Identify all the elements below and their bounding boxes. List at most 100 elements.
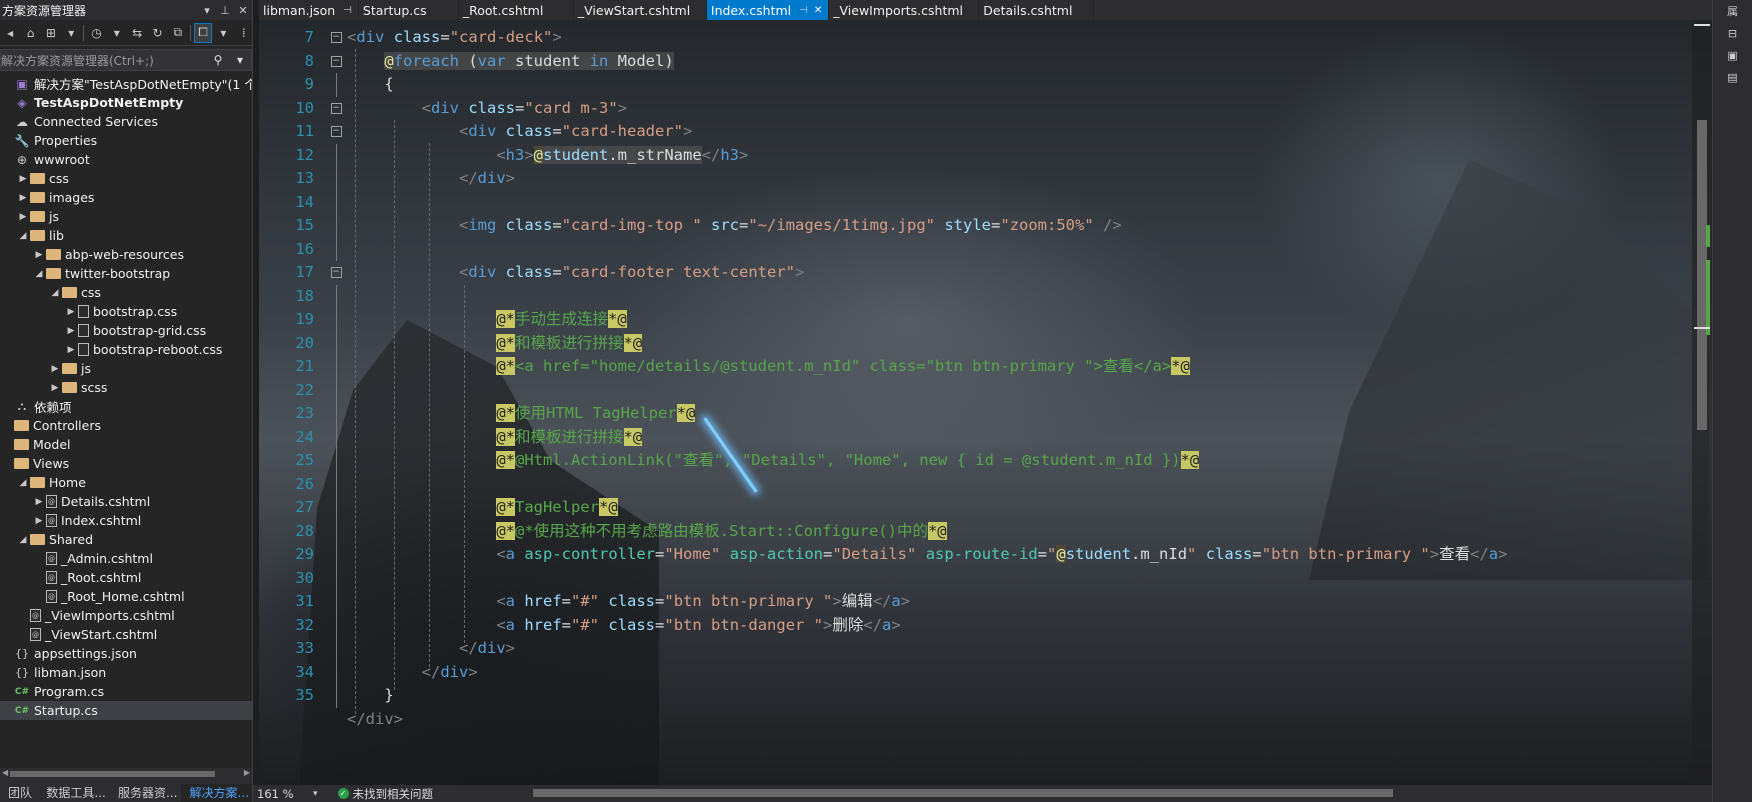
editor-tab[interactable]: _ViewStart.cshtml [574, 0, 707, 20]
tree-item[interactable]: ◢ Home [0, 473, 252, 492]
expand-icon[interactable]: ▶ [32, 516, 46, 526]
code-line[interactable]: <img class="card-img-top " src="~/images… [347, 214, 1682, 238]
tree-item[interactable]: @ _ViewStart.cshtml [0, 625, 252, 644]
solution-explorer-search[interactable]: 解决方案资源管理器(Ctrl+;) ⚲ ▾ [0, 49, 252, 71]
code-line[interactable]: </div> [347, 637, 1682, 661]
code-line[interactable] [347, 238, 1682, 262]
code-line[interactable] [347, 285, 1682, 309]
scroll-up-icon[interactable] [1694, 24, 1710, 26]
explorer-horizontal-scrollbar[interactable]: ◀ ▶ [0, 768, 252, 780]
code-line[interactable]: @*和模板进行拼接*@ [347, 332, 1682, 356]
tree-item[interactable]: 🔧 Properties [0, 131, 252, 150]
tree-item[interactable]: ▶ abp-web-resources [0, 245, 252, 264]
code-line[interactable]: } [347, 684, 1682, 708]
code-editor[interactable]: 7 8 9 10 11 12 13 14 15 16 17 18 19 20 21 22 23 24 25 26 27 2… [259, 20, 1712, 785]
editor-tab[interactable]: Startup.cs [359, 0, 459, 20]
tree-item[interactable]: Views [0, 454, 252, 473]
scroll-right-icon[interactable]: ▶ [244, 768, 250, 777]
code-line[interactable]: <a href="#" class="btn btn-danger ">删除</… [347, 614, 1682, 638]
editor-horizontal-scrollbar-thumb[interactable] [533, 789, 1393, 797]
code-line[interactable]: <div class="card-header"> [347, 120, 1682, 144]
tree-item[interactable]: ▶ js [0, 207, 252, 226]
tree-item[interactable]: ◈ TestAspDotNetEmpty [0, 93, 252, 112]
expand-icon[interactable]: ▶ [64, 307, 78, 317]
tree-item[interactable]: Controllers [0, 416, 252, 435]
tool-window-tab[interactable]: 团队 [0, 784, 38, 802]
tree-item[interactable]: {} appsettings.json [0, 644, 252, 663]
editor-vertical-scrollbar[interactable] [1692, 20, 1712, 785]
expand-icon[interactable]: ▶ [48, 383, 62, 393]
more-icon[interactable]: ⁞ [236, 24, 252, 42]
home-icon[interactable]: ⌂ [22, 24, 38, 42]
expand-icon[interactable]: ▶ [32, 497, 46, 507]
collapse-icon[interactable]: ◢ [16, 478, 30, 488]
editor-tab[interactable]: libman.json ⊣ [259, 0, 359, 20]
tree-item[interactable]: ◢ twitter-bootstrap [0, 264, 252, 283]
code-line[interactable]: </div> [347, 661, 1682, 685]
preview-selected-items-icon[interactable]: ⧠ [193, 22, 213, 43]
tree-item[interactable]: ▶ bootstrap.css [0, 302, 252, 321]
refresh-icon[interactable]: ↻ [149, 24, 165, 42]
tree-item[interactable]: @ _Admin.cshtml [0, 549, 252, 568]
code-line[interactable]: <div class="card-footer text-center"> [347, 261, 1682, 285]
dropdown-icon[interactable]: ▾ [109, 24, 125, 42]
editor-tab[interactable]: _ViewImports.cshtml [829, 0, 980, 20]
switch-views-icon[interactable]: ⊞ [43, 24, 59, 42]
sync-icon[interactable]: ⇆ [129, 24, 145, 42]
tool-window-tab[interactable]: 数据工具... [38, 784, 110, 802]
code-line[interactable]: <h3>@student.m_strName</h3> [347, 144, 1682, 168]
collapse-icon[interactable]: ◢ [48, 288, 62, 298]
zoom-level[interactable]: 161 % [253, 787, 313, 801]
tool-window-tab[interactable]: 解决方案... [181, 784, 252, 802]
tree-item[interactable]: ▶ bootstrap-reboot.css [0, 340, 252, 359]
expand-icon[interactable]: ▶ [16, 193, 30, 203]
dropdown-icon[interactable]: ▾ [63, 24, 79, 42]
pending-changes-filter-icon[interactable]: ◷ [88, 24, 104, 42]
collapse-region-icon[interactable] [329, 97, 343, 121]
code-line[interactable] [347, 191, 1682, 215]
code-line[interactable] [347, 567, 1682, 591]
tool-window-tab[interactable]: 服务器资... [110, 784, 182, 802]
tree-item[interactable]: ▶ @ Details.cshtml [0, 492, 252, 511]
collapse-region-icon[interactable] [329, 50, 343, 74]
collapse-all-icon[interactable]: ⧉ [170, 24, 186, 42]
tree-item[interactable]: ◢ lib [0, 226, 252, 245]
tree-item[interactable]: @ _Root_Home.cshtml [0, 587, 252, 606]
code-line[interactable]: @*TagHelper*@ [347, 496, 1682, 520]
tree-item[interactable]: ▶ js [0, 359, 252, 378]
scroll-left-icon[interactable]: ◀ [2, 768, 8, 777]
tree-item[interactable]: ▶ css [0, 169, 252, 188]
code-line[interactable]: </div> [347, 708, 1682, 732]
toolbox-tab-icon[interactable]: ▣ [1713, 44, 1752, 66]
tree-item[interactable]: ☁ Connected Services [0, 112, 252, 131]
expand-icon[interactable]: ▶ [48, 364, 62, 374]
tree-item[interactable]: ⛬ 依赖项 [0, 397, 252, 416]
tree-item[interactable]: ▶ scss [0, 378, 252, 397]
search-icon[interactable]: ⚲ [207, 53, 229, 67]
zoom-dropdown-icon[interactable]: ▾ [313, 789, 318, 799]
code-line[interactable]: @foreach (var student in Model) [347, 50, 1682, 74]
collapse-region-icon[interactable] [329, 26, 343, 50]
pin-icon[interactable]: ⊥ [216, 4, 234, 17]
scrollbar-thumb[interactable] [10, 771, 215, 777]
expand-icon[interactable]: ▶ [64, 326, 78, 336]
code-line[interactable] [347, 473, 1682, 497]
editor-tab[interactable]: _Root.cshtml [459, 0, 574, 20]
panel-tab-icon[interactable]: ▤ [1713, 66, 1752, 88]
tree-item[interactable]: ▶ bootstrap-grid.css [0, 321, 252, 340]
code-line[interactable]: <a asp-controller="Home" asp-action="Det… [347, 543, 1682, 567]
collapse-region-icon[interactable] [329, 261, 343, 285]
expand-icon[interactable]: ▶ [16, 174, 30, 184]
tree-item[interactable]: ◢ Shared [0, 530, 252, 549]
editor-tab[interactable]: Index.cshtml ⊣ ✕ [706, 0, 830, 20]
code-line[interactable]: @*和模板进行拼接*@ [347, 426, 1682, 450]
close-icon[interactable]: ✕ [234, 4, 252, 17]
issues-indicator[interactable]: ✓ 未找到相关问题 [337, 786, 433, 802]
code-line[interactable]: @*<a href="home/details/@student.m_nId" … [347, 355, 1682, 379]
collapse-icon[interactable]: ◢ [16, 535, 30, 545]
tree-item[interactable]: C# Startup.cs [0, 701, 252, 720]
tree-item[interactable]: ▶ images [0, 188, 252, 207]
collapse-icon[interactable]: ◢ [32, 269, 46, 279]
code-line[interactable]: <a href="#" class="btn btn-primary ">编辑<… [347, 590, 1682, 614]
properties-tab-icon[interactable]: 属 [1713, 0, 1752, 22]
